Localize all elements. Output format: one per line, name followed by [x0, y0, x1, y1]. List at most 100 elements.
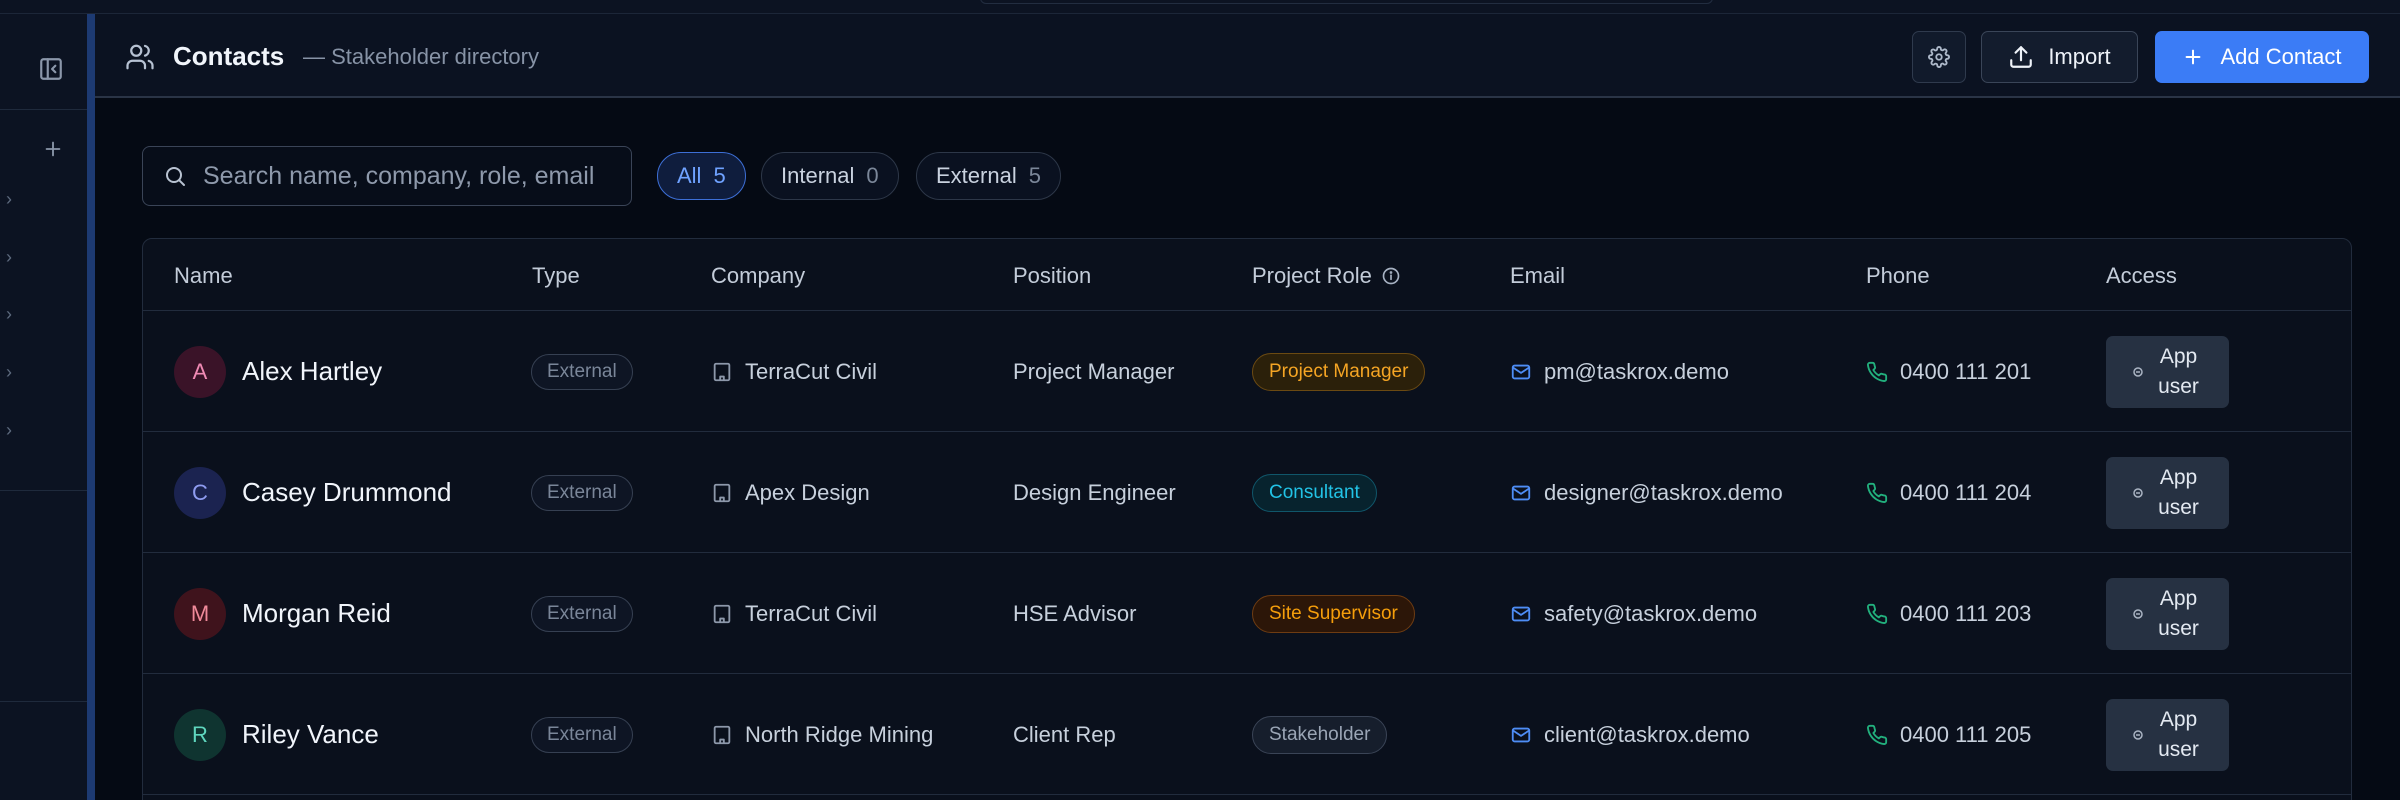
contact-name[interactable]: Alex Hartley: [242, 356, 382, 387]
plus-icon: [45, 141, 61, 157]
filter-chip-all[interactable]: All 5: [657, 152, 746, 200]
cell-email: pm@taskrox.demo: [1510, 311, 1729, 432]
cell-company: Apex Design: [711, 432, 870, 553]
page-title: Contacts: [173, 41, 285, 71]
sidebar-collapse-button[interactable]: [36, 54, 66, 84]
contact-name[interactable]: Riley Vance: [242, 719, 379, 750]
column-header-phone[interactable]: Phone: [1866, 263, 1930, 289]
cell-company: TerraCut Civil: [711, 311, 877, 432]
email-link[interactable]: pm@taskrox.demo: [1544, 359, 1729, 385]
top-tab-handle: [980, 0, 1713, 4]
table-row[interactable]: A Alex Hartley External TerraCut Civil P…: [143, 311, 2351, 432]
company-text: North Ridge Mining: [745, 721, 934, 747]
search-box[interactable]: [142, 146, 632, 206]
cell-phone: 0400 111 204: [1866, 432, 2031, 553]
cell-company: TerraCut Civil: [711, 553, 877, 674]
column-header-company[interactable]: Company: [711, 263, 805, 289]
search-icon: [166, 167, 185, 186]
mail-icon: [1511, 606, 1531, 621]
cell-type: External: [531, 674, 633, 795]
avatar: M: [174, 587, 226, 640]
access-button[interactable]: App user: [2106, 698, 2229, 771]
user-dot-icon: [2132, 487, 2143, 498]
role-badge: Project Manager: [1252, 352, 1426, 391]
cell-name: R Riley Vance: [174, 674, 379, 795]
cell-position: HSE Advisor: [1013, 553, 1137, 674]
phone-text: 0400 111 205: [1900, 721, 2032, 747]
email-link[interactable]: client@taskrox.demo: [1544, 722, 1750, 748]
top-strip: [0, 0, 2400, 14]
access-button[interactable]: App user: [2106, 577, 2229, 650]
building-icon: [713, 362, 731, 381]
add-contact-label: Add Contact: [2220, 44, 2342, 69]
column-header-project-role[interactable]: Project Role: [1252, 263, 1401, 289]
gear-icon: [1928, 46, 1950, 68]
cell-company: North Ridge Mining: [711, 674, 933, 795]
cell-email: designer@taskrox.demo: [1510, 432, 1783, 553]
column-header-name[interactable]: Name: [174, 263, 233, 289]
cell-access: App user: [2106, 553, 2229, 674]
mail-icon: [1511, 485, 1531, 500]
column-header-type[interactable]: Type: [532, 263, 580, 289]
user-dot-icon: [2132, 729, 2143, 740]
sidebar-divider: [0, 109, 87, 110]
table-row[interactable]: M Morgan Reid External TerraCut Civil HS…: [143, 553, 2351, 674]
phone-icon: [1867, 603, 1888, 624]
filter-chip-external[interactable]: External 5: [916, 152, 1061, 200]
table-row[interactable]: C Casey Drummond External Apex Design De…: [143, 432, 2351, 553]
settings-button[interactable]: [1912, 31, 1966, 83]
cell-type: External: [531, 432, 633, 553]
cell-name: C Casey Drummond: [174, 432, 452, 553]
contact-name[interactable]: Casey Drummond: [242, 477, 452, 508]
cell-role: Consultant: [1252, 432, 1377, 553]
email-link[interactable]: designer@taskrox.demo: [1544, 480, 1783, 506]
access-label: App user: [2158, 586, 2199, 640]
filter-chip-count: 5: [713, 163, 726, 188]
cell-position: Design Engineer: [1013, 432, 1176, 553]
mail-icon: [1511, 727, 1531, 742]
type-badge: External: [531, 353, 633, 390]
cell-position: Project Manager: [1013, 311, 1174, 432]
import-button[interactable]: Import: [1981, 31, 2138, 83]
access-button[interactable]: App user: [2106, 335, 2229, 408]
email-link[interactable]: safety@taskrox.demo: [1544, 601, 1757, 627]
company-text: TerraCut Civil: [745, 600, 878, 626]
cell-role: Site Supervisor: [1252, 553, 1415, 674]
table-row[interactable]: R Riley Vance External North Ridge Minin…: [143, 674, 2351, 795]
add-contact-button[interactable]: Add Contact: [2155, 31, 2369, 83]
position-text: Project Manager: [1013, 358, 1175, 384]
column-header-access[interactable]: Access: [2106, 263, 2177, 289]
phone-text: 0400 111 204: [1900, 479, 2032, 505]
users-icon: [126, 44, 154, 70]
filter-chip-label: External: [936, 163, 1017, 188]
app-window: › › › › › Contacts — Stakeholder directo…: [0, 0, 2400, 800]
sidebar-expand-chevron-icon[interactable]: ›: [6, 190, 18, 208]
phone-text: 0400 111 201: [1900, 358, 2032, 384]
type-badge: External: [531, 474, 633, 511]
cell-role: Stakeholder: [1252, 674, 1388, 795]
cell-access: App user: [2106, 432, 2229, 553]
avatar: C: [174, 466, 226, 519]
sidebar-expand-chevron-icon[interactable]: ›: [6, 363, 18, 381]
sidebar-expand-chevron-icon[interactable]: ›: [6, 421, 18, 439]
cell-email: safety@taskrox.demo: [1510, 553, 1757, 674]
access-button[interactable]: App user: [2106, 456, 2229, 529]
sidebar-add-button[interactable]: [40, 136, 66, 162]
position-text: Client Rep: [1013, 721, 1116, 747]
type-badge: External: [531, 716, 633, 753]
column-header-position[interactable]: Position: [1013, 263, 1091, 289]
info-icon[interactable]: [1381, 266, 1401, 286]
sidebar-expand-chevron-icon[interactable]: ›: [6, 305, 18, 323]
sidebar-resize-handle[interactable]: [87, 14, 95, 800]
cell-name: M Morgan Reid: [174, 553, 391, 674]
column-header-email[interactable]: Email: [1510, 263, 1565, 289]
sidebar-collapse-icon: [40, 58, 62, 80]
sidebar-divider: [0, 490, 87, 491]
phone-text: 0400 111 203: [1900, 600, 2032, 626]
phone-icon: [1867, 724, 1888, 745]
sidebar-expand-chevron-icon[interactable]: ›: [6, 248, 18, 266]
search-input[interactable]: [203, 161, 623, 191]
filter-chip-label: Internal: [781, 163, 855, 188]
filter-chip-internal[interactable]: Internal 0: [761, 152, 899, 200]
contact-name[interactable]: Morgan Reid: [242, 598, 391, 629]
